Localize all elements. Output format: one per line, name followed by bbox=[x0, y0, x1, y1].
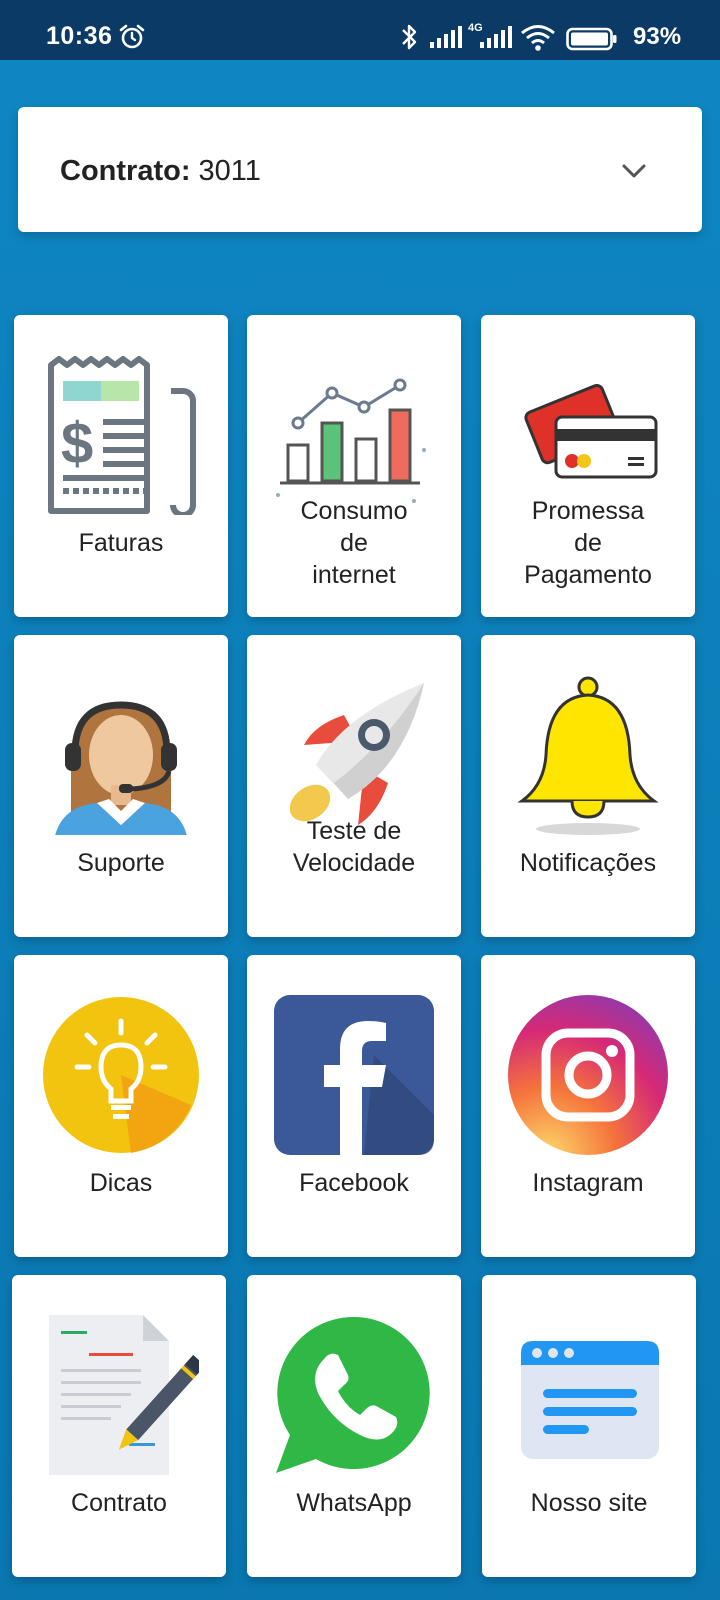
signal-4g-icon bbox=[480, 26, 512, 48]
credit-card-icon bbox=[524, 384, 658, 479]
tile-instagram[interactable]: Instagram bbox=[481, 955, 695, 1257]
tile-label: Instagram bbox=[532, 1169, 644, 1197]
battery-icon bbox=[566, 27, 617, 51]
tile-contrato[interactable]: Contrato bbox=[12, 1275, 226, 1577]
tile-facebook[interactable]: Facebook bbox=[247, 955, 461, 1257]
facebook-icon bbox=[274, 995, 434, 1155]
contract-value: 3011 bbox=[198, 155, 261, 187]
tile-label: Facebook bbox=[299, 1169, 409, 1197]
signal-icon bbox=[430, 26, 462, 48]
contract-text: Contrato: 3011 bbox=[60, 155, 261, 188]
tile-label: Suporte bbox=[77, 849, 165, 877]
tile-suporte[interactable]: Suporte bbox=[14, 635, 228, 937]
tile-label: Dicas bbox=[89, 1169, 153, 1197]
status-time: 10:36 bbox=[46, 22, 113, 50]
chevron-down-icon[interactable] bbox=[622, 163, 646, 179]
wifi-icon bbox=[521, 25, 555, 51]
battery-percent: 93% bbox=[633, 23, 682, 50]
tile-label: WhatsApp bbox=[296, 1489, 412, 1517]
tile-consumo-internet[interactable]: Consumo de internet bbox=[247, 315, 461, 617]
lightbulb-icon bbox=[43, 997, 199, 1153]
tile-whatsapp[interactable]: WhatsApp bbox=[247, 1275, 461, 1577]
bar-chart-icon bbox=[276, 378, 426, 503]
svg-text:$: $ bbox=[61, 411, 93, 476]
tile-notificacoes[interactable]: Notificações bbox=[481, 635, 695, 937]
contract-label: Contrato: bbox=[60, 155, 191, 187]
website-icon bbox=[521, 1341, 659, 1459]
rocket-icon bbox=[289, 683, 424, 825]
invoice-icon: $ bbox=[48, 356, 196, 515]
status-bar: 10:36 4G 93% bbox=[0, 0, 720, 60]
contract-document-icon bbox=[49, 1315, 199, 1475]
tile-label: Contrato bbox=[71, 1489, 167, 1517]
tile-promessa-pagamento[interactable]: Promessa de Pagamento bbox=[481, 315, 695, 617]
tile-teste-velocidade[interactable]: Teste de Velocidade bbox=[247, 635, 461, 937]
tile-label: Teste de Velocidade bbox=[292, 817, 416, 877]
tile-label: Notificações bbox=[519, 849, 657, 877]
tile-label: Promessa de Pagamento bbox=[524, 497, 652, 589]
bell-icon bbox=[517, 676, 659, 835]
tile-label: Nosso site bbox=[530, 1489, 648, 1517]
tile-label: Faturas bbox=[78, 529, 164, 557]
whatsapp-icon bbox=[276, 1316, 430, 1473]
bluetooth-icon bbox=[402, 24, 417, 50]
tile-faturas[interactable]: $ Faturas bbox=[14, 315, 228, 617]
alarm-icon bbox=[119, 24, 145, 49]
instagram-icon bbox=[508, 995, 668, 1155]
tile-nosso-site[interactable]: Nosso site bbox=[482, 1275, 696, 1577]
tile-dicas[interactable]: Dicas bbox=[14, 955, 228, 1257]
contract-selector[interactable]: Contrato: 3011 bbox=[18, 107, 702, 232]
support-agent-icon bbox=[55, 701, 187, 835]
tile-label: Consumo de internet bbox=[300, 497, 408, 589]
